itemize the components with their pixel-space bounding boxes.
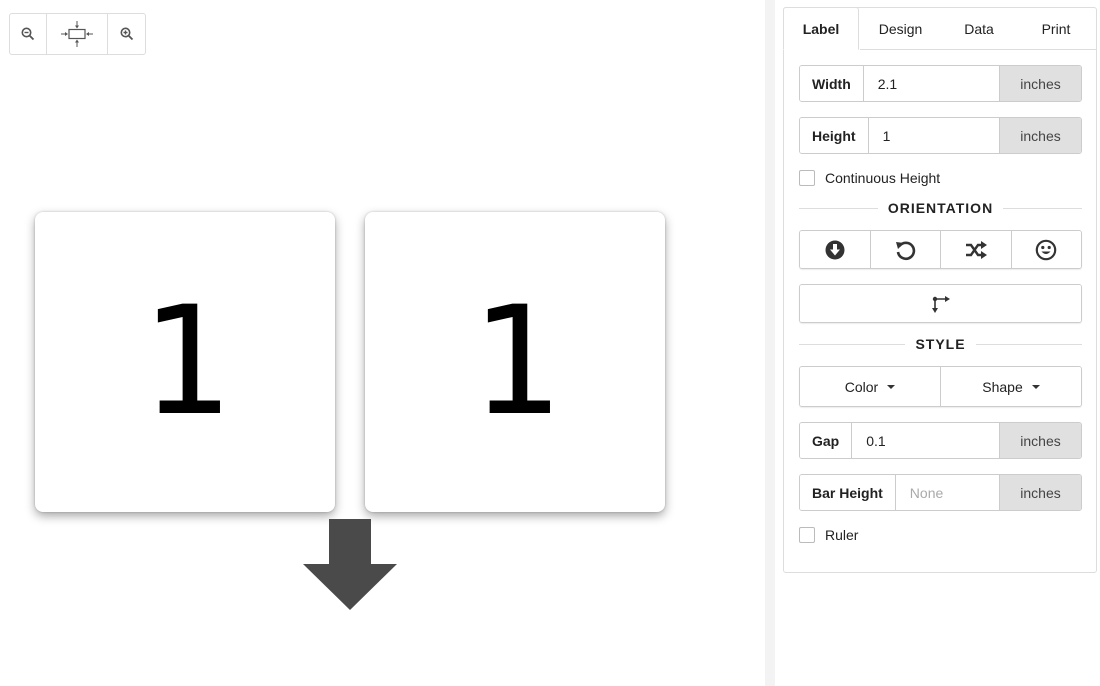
height-unit: inches	[999, 118, 1081, 153]
split-arrow-icon	[931, 295, 950, 313]
style-heading-text: STYLE	[915, 336, 966, 352]
bar-height-label: Bar Height	[800, 475, 896, 510]
bar-height-input[interactable]	[895, 475, 999, 510]
label-preview-canvas: 1 1	[0, 0, 765, 686]
label-preview-1[interactable]: 1	[35, 212, 335, 512]
zoom-out-button[interactable]	[10, 14, 47, 54]
panel-divider	[765, 0, 775, 686]
smiley-icon	[1035, 239, 1057, 260]
ruler-option: Ruler	[799, 527, 858, 543]
arrow-circle-down-icon	[825, 240, 845, 259]
orientation-smiley-button[interactable]	[1011, 231, 1081, 268]
gap-label: Gap	[800, 423, 853, 458]
label-text: 1	[469, 275, 561, 449]
height-input[interactable]	[868, 118, 999, 153]
label-text: 1	[139, 275, 231, 449]
gap-unit: inches	[999, 423, 1081, 458]
zoom-toolbar	[9, 13, 146, 55]
zoom-in-icon	[120, 27, 133, 41]
orientation-heading: ORIENTATION	[799, 199, 1082, 217]
tab-print[interactable]: Print	[1016, 7, 1096, 50]
rotate-left-icon	[896, 241, 916, 260]
zoom-out-icon	[21, 27, 34, 41]
caret-down-icon	[887, 384, 896, 389]
tab-data[interactable]: Data	[942, 7, 1016, 50]
width-unit: inches	[999, 66, 1081, 101]
fit-to-page-icon	[61, 21, 93, 47]
label-preview-2[interactable]: 1	[365, 212, 665, 512]
ruler-checkbox[interactable]	[799, 527, 815, 543]
direction-button-group	[799, 284, 1082, 323]
shape-dropdown-label: Shape	[982, 378, 1023, 395]
continuous-height-label: Continuous Height	[825, 170, 941, 186]
continuous-height-option: Continuous Height	[799, 170, 940, 186]
color-dropdown[interactable]: Color	[800, 367, 941, 406]
height-label: Height	[800, 118, 869, 153]
tab-design[interactable]: Design	[859, 7, 942, 50]
width-input[interactable]	[863, 66, 999, 101]
orientation-rotate-button[interactable]	[870, 231, 941, 268]
width-field: Width inches	[799, 65, 1082, 102]
shuffle-icon	[965, 240, 987, 259]
height-field: Height inches	[799, 117, 1082, 154]
arrow-down-icon	[303, 519, 397, 610]
color-dropdown-label: Color	[844, 378, 879, 395]
caret-down-icon	[1031, 384, 1040, 389]
bar-height-field: Bar Height inches	[799, 474, 1082, 511]
gap-field: Gap inches	[799, 422, 1082, 459]
orientation-buttons	[799, 230, 1082, 269]
orientation-heading-text: ORIENTATION	[887, 200, 994, 216]
continuous-height-checkbox[interactable]	[799, 170, 815, 186]
fit-to-page-button[interactable]	[47, 14, 109, 54]
direction-button[interactable]	[800, 285, 1081, 322]
width-label: Width	[800, 66, 864, 101]
style-buttons: Color Shape	[799, 366, 1082, 407]
gap-input[interactable]	[852, 423, 999, 458]
ruler-label: Ruler	[825, 527, 859, 543]
orientation-down-button[interactable]	[800, 231, 871, 268]
style-heading: STYLE	[799, 335, 1082, 353]
bar-height-unit: inches	[999, 475, 1081, 510]
tab-underline	[860, 49, 1096, 50]
orientation-shuffle-button[interactable]	[941, 231, 1012, 268]
shape-dropdown[interactable]: Shape	[941, 367, 1081, 406]
zoom-in-button[interactable]	[108, 14, 145, 54]
settings-panel: Label Design Data Print Width inches Hei…	[783, 7, 1097, 573]
settings-tabs: Label Design Data Print	[783, 7, 1097, 50]
tab-label[interactable]: Label	[783, 7, 859, 50]
